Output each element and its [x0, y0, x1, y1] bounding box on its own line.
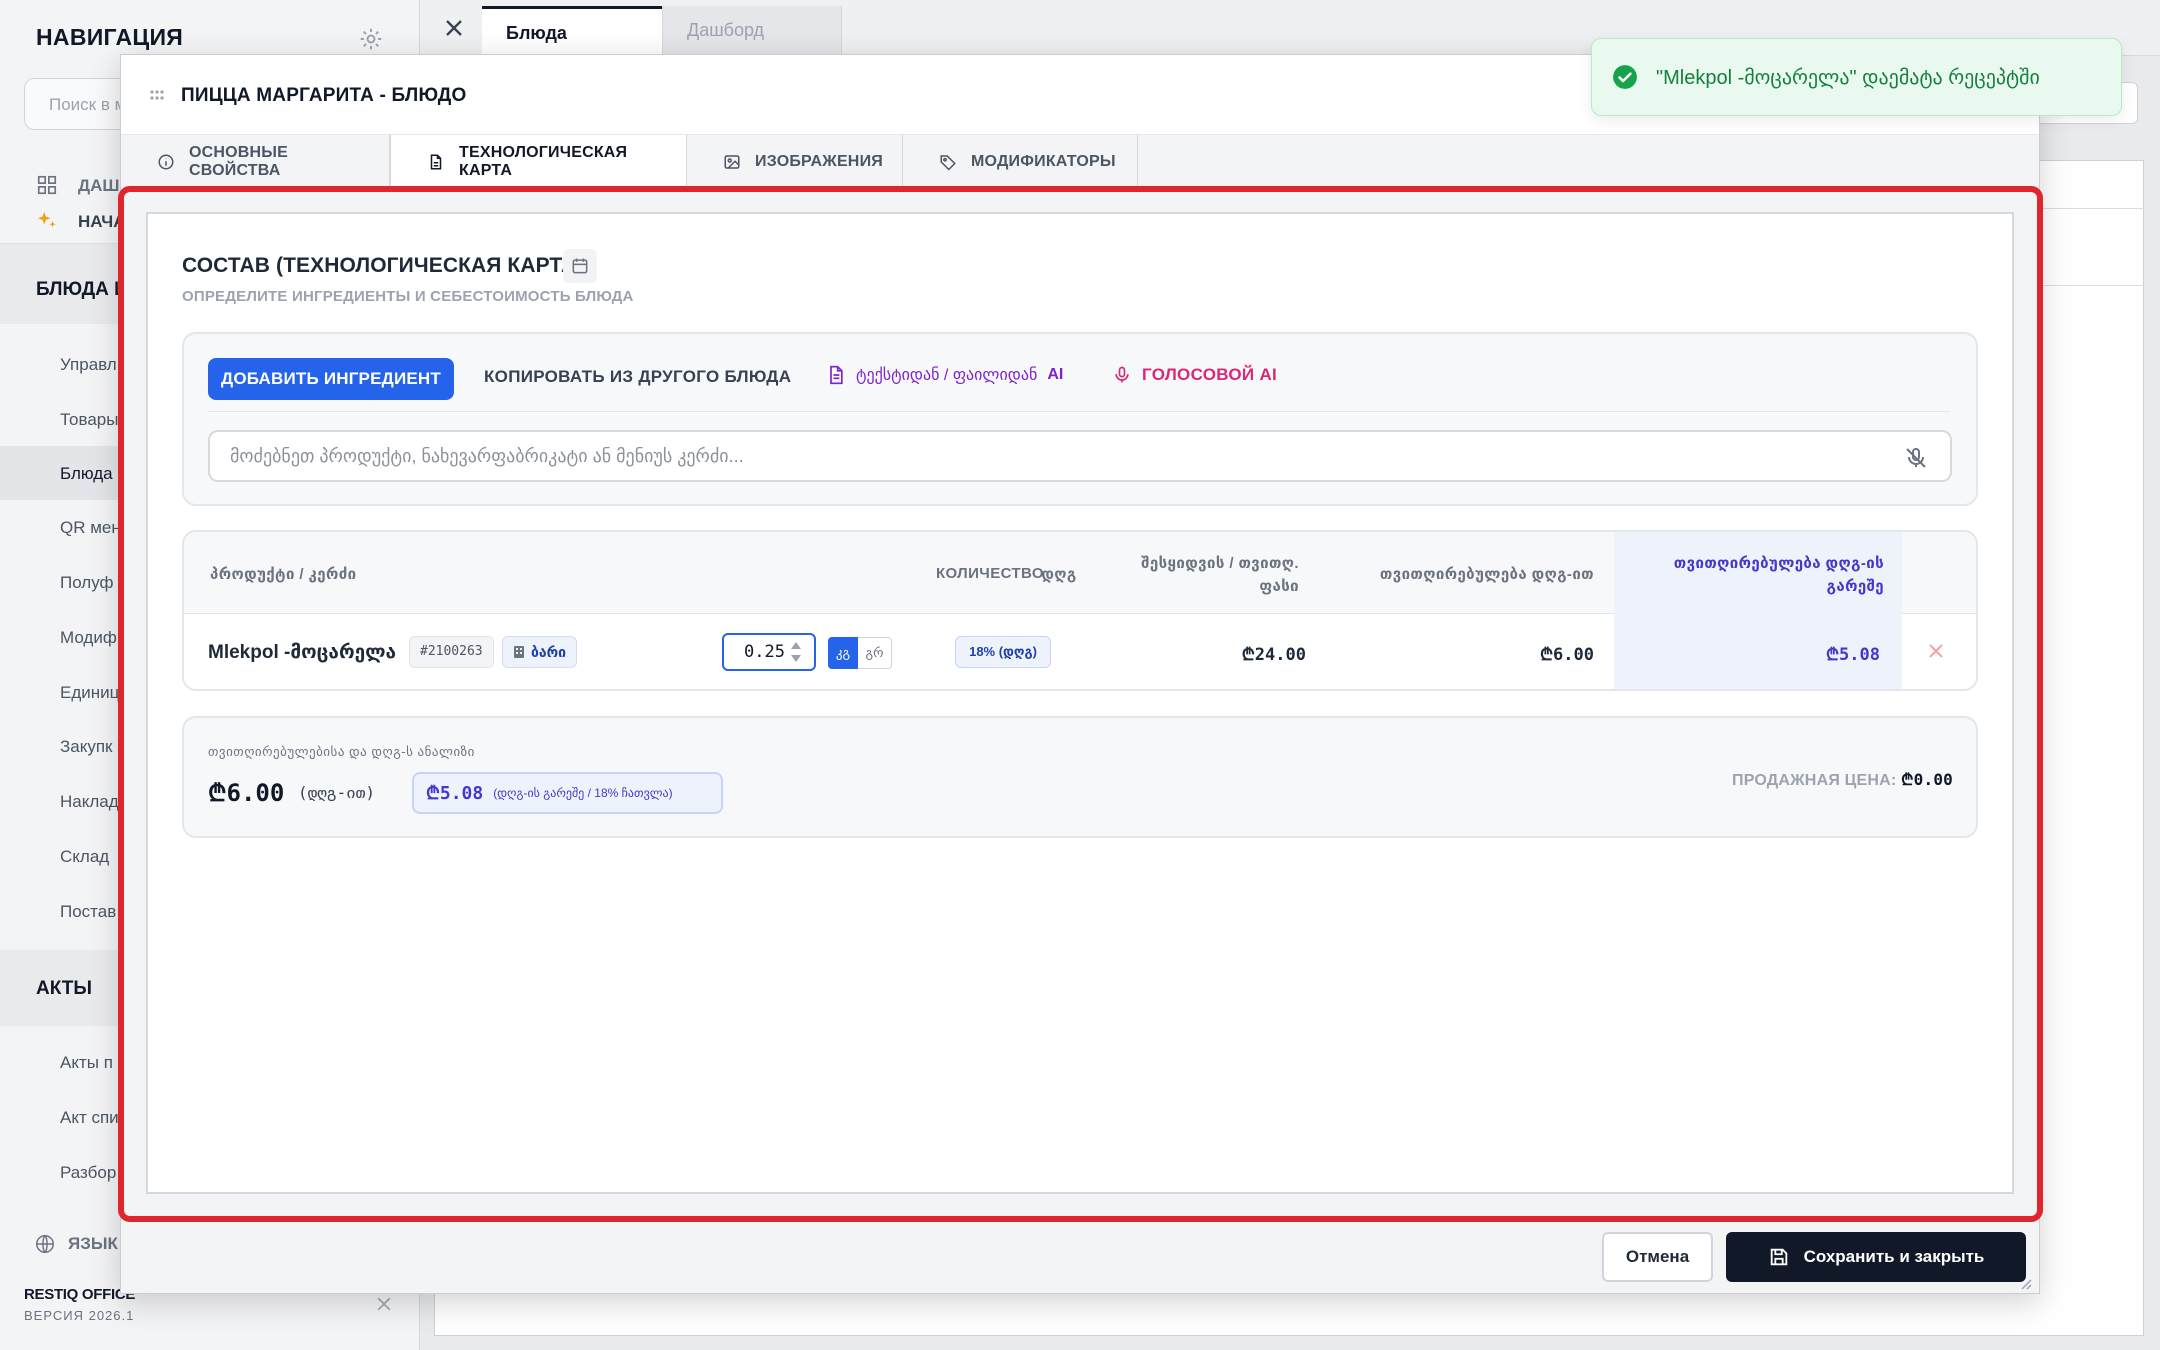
sidebar-section-dishes: БЛЮДА И — [36, 279, 128, 300]
sidebar-item[interactable]: Акт спи — [60, 1108, 119, 1128]
sidebar-item[interactable]: Постав — [60, 902, 116, 922]
modal-tabs: ОСНОВНЫЕ СВОЙСТВА ТЕХНОЛОГИЧЕСКАЯ КАРТА … — [121, 135, 2039, 189]
sidebar-item-dashboard[interactable]: ДАШ — [78, 176, 119, 196]
document-icon — [430, 154, 442, 170]
image-icon — [724, 155, 740, 169]
tab-label: ИЗОБРАЖЕНИЯ — [755, 153, 883, 170]
tab-dishes[interactable]: Блюда — [482, 6, 662, 56]
info-icon — [158, 154, 174, 170]
sidebar-item[interactable]: Закупк — [60, 737, 113, 757]
tab-label: МОДИФИКАТОРЫ — [971, 153, 1116, 170]
sidebar-item[interactable]: Акты п — [60, 1053, 113, 1073]
brand-name: RESTIQ OFFICE — [24, 1286, 136, 1303]
resize-handle-icon[interactable] — [2018, 1276, 2032, 1290]
save-and-close-button[interactable]: Сохранить и закрыть — [1726, 1232, 2026, 1282]
gear-icon[interactable] — [358, 26, 384, 52]
drag-handle-icon[interactable] — [149, 89, 169, 101]
sidebar-item[interactable]: Товары — [60, 410, 118, 430]
sparkle-icon — [37, 211, 56, 228]
language-selector[interactable]: ЯЗЫК — [68, 1234, 118, 1254]
close-tab-icon[interactable] — [440, 14, 468, 42]
divider — [2040, 285, 2144, 286]
sidebar-item[interactable]: Единиц — [60, 683, 119, 703]
tab-tech-card[interactable]: ТЕХНОЛОГИЧЕСКАЯ КАРТА — [390, 135, 687, 189]
globe-icon — [36, 1235, 54, 1253]
sidebar-item[interactable]: Управл — [60, 355, 117, 375]
cancel-button[interactable]: Отмена — [1602, 1232, 1713, 1282]
sidebar-item[interactable]: Наклад — [60, 792, 119, 812]
tab-dashboard[interactable]: Дашборд — [662, 6, 842, 56]
tab-modifiers[interactable]: МОДИФИКАТОРЫ — [903, 135, 1138, 189]
version-label: ВЕРСИЯ 2026.1 — [24, 1308, 135, 1323]
success-toast: "Mlekpol -მოცარელა" დაემატა რეცეპტში — [1591, 38, 2122, 116]
grid-icon — [37, 175, 57, 195]
tab-images[interactable]: ИЗОБРАЖЕНИЯ — [687, 135, 903, 189]
sidebar-item[interactable]: Склад — [60, 847, 109, 867]
check-circle-icon — [1613, 65, 1637, 89]
sidebar-item-active[interactable]: Блюда — [60, 464, 113, 484]
tag-icon — [940, 155, 956, 171]
sidebar-section-acts: АКТЫ — [36, 978, 92, 999]
toast-message: "Mlekpol -მოცარელა" დაემატა რეცეპტში — [1656, 66, 2040, 89]
save-icon — [1770, 1248, 1787, 1266]
tab-main-properties[interactable]: ОСНОВНЫЕ СВОЙСТВА — [121, 135, 390, 189]
sidebar-title: НАВИГАЦИЯ — [36, 24, 184, 50]
divider — [2040, 208, 2144, 209]
sidebar-item[interactable]: Разбор — [60, 1163, 116, 1183]
modal-title: ПИЦЦА МАРГАРИТА - БЛЮДО — [181, 85, 467, 106]
close-icon[interactable] — [374, 1294, 394, 1314]
sidebar-item[interactable]: Полуф — [60, 573, 114, 593]
sidebar-item[interactable]: QR мен — [60, 518, 121, 538]
sidebar-item[interactable]: Модиф — [60, 628, 117, 648]
save-and-close-label: Сохранить и закрыть — [1803, 1247, 1985, 1266]
tab-label: ОСНОВНЫЕ СВОЙСТВА — [189, 144, 289, 179]
tab-label: ТЕХНОЛОГИЧЕСКАЯ КАРТА — [459, 144, 628, 179]
focus-highlight-frame — [118, 186, 2043, 1222]
